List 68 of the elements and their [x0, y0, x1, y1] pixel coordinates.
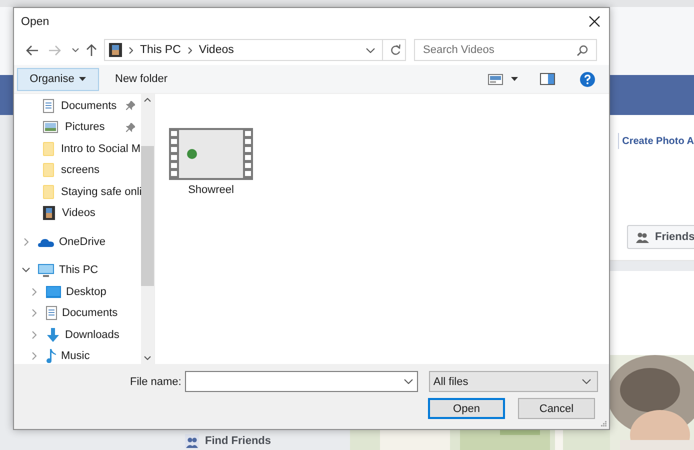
- monitor-icon: [38, 264, 54, 277]
- document-icon: [43, 98, 54, 113]
- chevron-right-icon: [188, 46, 192, 54]
- chevron-down-icon[interactable]: [22, 266, 30, 274]
- cancel-button[interactable]: Cancel: [518, 398, 595, 419]
- scroll-up-icon[interactable]: [144, 98, 151, 102]
- desktop-icon: [46, 286, 61, 298]
- chevron-down-icon: [404, 379, 414, 384]
- folder-icon: [43, 142, 54, 156]
- window-title: Open: [21, 16, 50, 28]
- navigation-item[interactable]: Documents: [14, 95, 141, 116]
- caret-icon[interactable]: [511, 77, 518, 81]
- friends-button[interactable]: Friends: [627, 225, 694, 249]
- close-icon: [588, 16, 600, 27]
- chevron-right-icon[interactable]: [30, 330, 38, 339]
- chevron-right-icon[interactable]: [30, 309, 38, 318]
- organise-button[interactable]: Organise: [17, 68, 99, 90]
- up-arrow-icon[interactable]: [86, 44, 97, 56]
- folder-icon: [43, 163, 54, 178]
- navigation-item[interactable]: Pictures: [14, 116, 141, 138]
- file-type-dropdown[interactable]: All files: [429, 371, 598, 392]
- breadcrumb[interactable]: This PC: [140, 44, 181, 56]
- chevron-right-icon[interactable]: [30, 288, 38, 296]
- chevron-down-icon[interactable]: [72, 48, 79, 52]
- breadcrumb[interactable]: Videos: [198, 44, 234, 56]
- create-photo-album-link[interactable]: Create Photo A: [622, 136, 694, 146]
- open-button[interactable]: Open: [428, 398, 505, 419]
- document-icon: [46, 306, 57, 320]
- navigation-item[interactable]: This PC: [14, 260, 141, 281]
- refresh-icon[interactable]: [390, 44, 401, 56]
- scroll-down-icon[interactable]: [144, 356, 151, 360]
- music-note-icon: [46, 349, 56, 364]
- video-thumbnail-icon: [169, 128, 253, 180]
- navigation-item[interactable]: OneDrive: [14, 231, 141, 252]
- picture-icon: [43, 121, 58, 134]
- navigation-item[interactable]: Staying safe onli: [14, 181, 141, 202]
- caret-icon: [79, 77, 86, 81]
- navigation-item[interactable]: Documents: [14, 302, 141, 324]
- film-icon: [43, 206, 55, 220]
- scrollbar[interactable]: [141, 94, 154, 364]
- chevron-right-icon: [129, 46, 133, 54]
- file-item[interactable]: Showreel: [169, 128, 253, 196]
- back-arrow-icon[interactable]: [26, 44, 38, 56]
- navigation-item[interactable]: screens: [14, 160, 141, 181]
- preview-pane-icon[interactable]: [540, 73, 555, 85]
- view-icon[interactable]: [488, 74, 503, 84]
- navigation-item[interactable]: Music: [14, 346, 141, 364]
- film-icon: [109, 43, 122, 57]
- file-name-label: File name:: [130, 376, 182, 388]
- search-field[interactable]: Search Videos: [414, 39, 597, 61]
- file-name-field[interactable]: [185, 371, 418, 392]
- download-arrow-icon: [46, 328, 60, 342]
- find-friends-link[interactable]: Find Friends: [185, 434, 271, 450]
- new-folder-button[interactable]: New folder: [109, 72, 174, 86]
- chevron-right-icon[interactable]: [30, 352, 38, 360]
- chevron-right-icon[interactable]: [22, 238, 30, 246]
- help-icon[interactable]: [580, 72, 595, 86]
- chevron-down-icon: [582, 379, 592, 384]
- address-bar[interactable]: This PC Videos: [104, 39, 406, 61]
- navigation-item[interactable]: Intro to Social M: [14, 138, 141, 160]
- navigation-item[interactable]: Videos: [14, 202, 141, 224]
- people-icon: [636, 232, 649, 242]
- cloud-icon: [38, 236, 54, 247]
- resize-grip-icon[interactable]: [600, 420, 607, 427]
- folder-icon: [43, 184, 54, 199]
- navigation-item[interactable]: Desktop: [14, 281, 141, 302]
- navigation-item[interactable]: Downloads: [14, 324, 141, 346]
- chevron-down-icon[interactable]: [366, 48, 375, 52]
